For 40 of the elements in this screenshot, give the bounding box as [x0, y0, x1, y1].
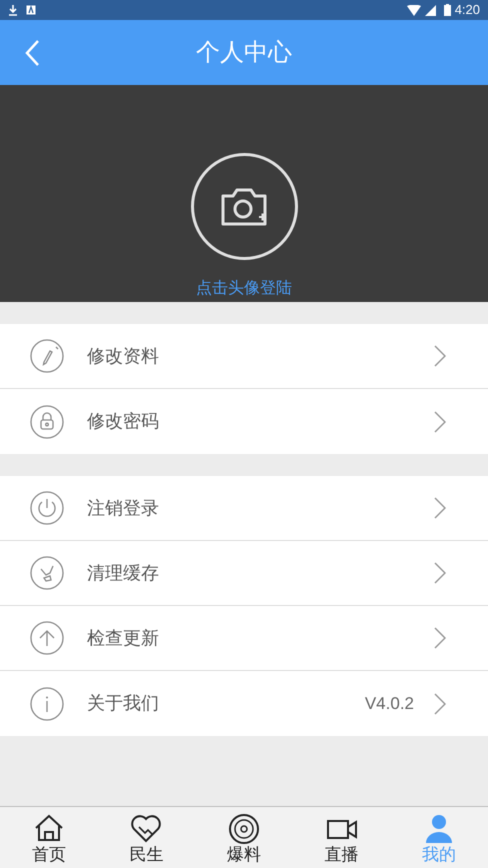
tab-item[interactable]: 爆料: [195, 807, 293, 868]
menu-row[interactable]: 关于我们 V4.0.2: [0, 671, 488, 736]
chevron-icon: [434, 345, 446, 367]
page-title: 个人中心: [196, 38, 292, 68]
disc-icon: [228, 813, 260, 845]
upload-icon: [30, 621, 64, 655]
chevron-icon: [434, 410, 446, 432]
download-icon: [8, 4, 18, 16]
menu-label: 修改密码: [87, 410, 159, 433]
wifi-icon: [406, 4, 421, 16]
chevron-icon: [434, 692, 446, 714]
power-icon: [30, 491, 64, 525]
menu-row[interactable]: 检查更新: [0, 606, 488, 671]
menu-label: 修改资料: [87, 344, 159, 368]
notification-icon: [26, 5, 36, 15]
camera-icon: [219, 186, 269, 228]
tab-item[interactable]: 民生: [98, 807, 196, 868]
info-icon: [30, 686, 64, 720]
login-link[interactable]: 点击头像登陆: [196, 277, 292, 301]
tab-item[interactable]: 直播: [292, 807, 390, 868]
pencil-icon: [30, 339, 64, 373]
menu-label: 检查更新: [87, 626, 159, 650]
menu-row[interactable]: 清理缓存: [0, 541, 488, 606]
tab-item[interactable]: 首页: [0, 807, 98, 868]
menu-row[interactable]: 注销登录: [0, 476, 488, 541]
battery-icon: [444, 4, 451, 16]
chevron-icon: [434, 627, 446, 649]
lock-icon: [30, 404, 64, 438]
signal-icon: [424, 4, 436, 16]
menu-row[interactable]: 修改资料: [0, 324, 488, 389]
menu-label: 关于我们: [87, 692, 159, 715]
menu-label: 清理缓存: [87, 562, 159, 584]
chevron-icon: [434, 497, 446, 519]
menu-row[interactable]: 修改密码: [0, 389, 488, 454]
version-text: V4.0.2: [364, 692, 414, 715]
clock-time: 4:20: [454, 1, 480, 20]
avatar-camera-button[interactable]: [190, 153, 298, 260]
heart-icon: [130, 813, 162, 845]
chevron-icon: [434, 562, 446, 584]
menu-label: 注销登录: [87, 496, 159, 520]
